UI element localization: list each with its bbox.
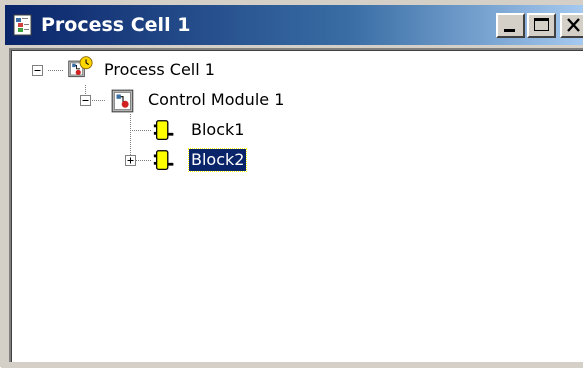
tree-node-block2[interactable]: Block2 xyxy=(187,148,248,172)
minimize-button[interactable] xyxy=(496,13,525,38)
tree-node-control-module-1[interactable]: Control Module 1 xyxy=(146,89,286,111)
maximize-icon xyxy=(534,18,549,31)
window-title: Process Cell 1 xyxy=(41,14,191,36)
close-button[interactable] xyxy=(560,13,583,38)
minimize-icon xyxy=(504,29,515,32)
close-icon xyxy=(567,18,580,32)
process-cell-icon xyxy=(68,56,93,78)
tree-view-pane[interactable]: Process Cell 1 Control Module 1 Block1 B… xyxy=(9,48,583,362)
maximize-button[interactable] xyxy=(527,13,556,38)
block-icon xyxy=(153,120,174,141)
window-bottom-border xyxy=(1,362,583,368)
tree-view-frame: Process Cell 1 Control Module 1 Block1 B… xyxy=(11,50,583,362)
control-module-icon xyxy=(111,89,134,113)
process-cell-window: Process Cell 1 Process Cell 1 Control Mo… xyxy=(0,0,583,368)
tree-window-icon xyxy=(12,14,34,36)
collapse-toggle-control-module[interactable] xyxy=(80,95,91,106)
tree-node-block1[interactable]: Block1 xyxy=(189,119,246,141)
title-bar[interactable]: Process Cell 1 xyxy=(5,5,583,45)
collapse-toggle-process-cell[interactable] xyxy=(32,65,43,76)
tree-node-process-cell-1[interactable]: Process Cell 1 xyxy=(102,59,217,81)
tree-connector-lines xyxy=(48,70,152,161)
block-icon xyxy=(153,150,174,171)
expand-toggle-block2[interactable] xyxy=(125,155,136,166)
